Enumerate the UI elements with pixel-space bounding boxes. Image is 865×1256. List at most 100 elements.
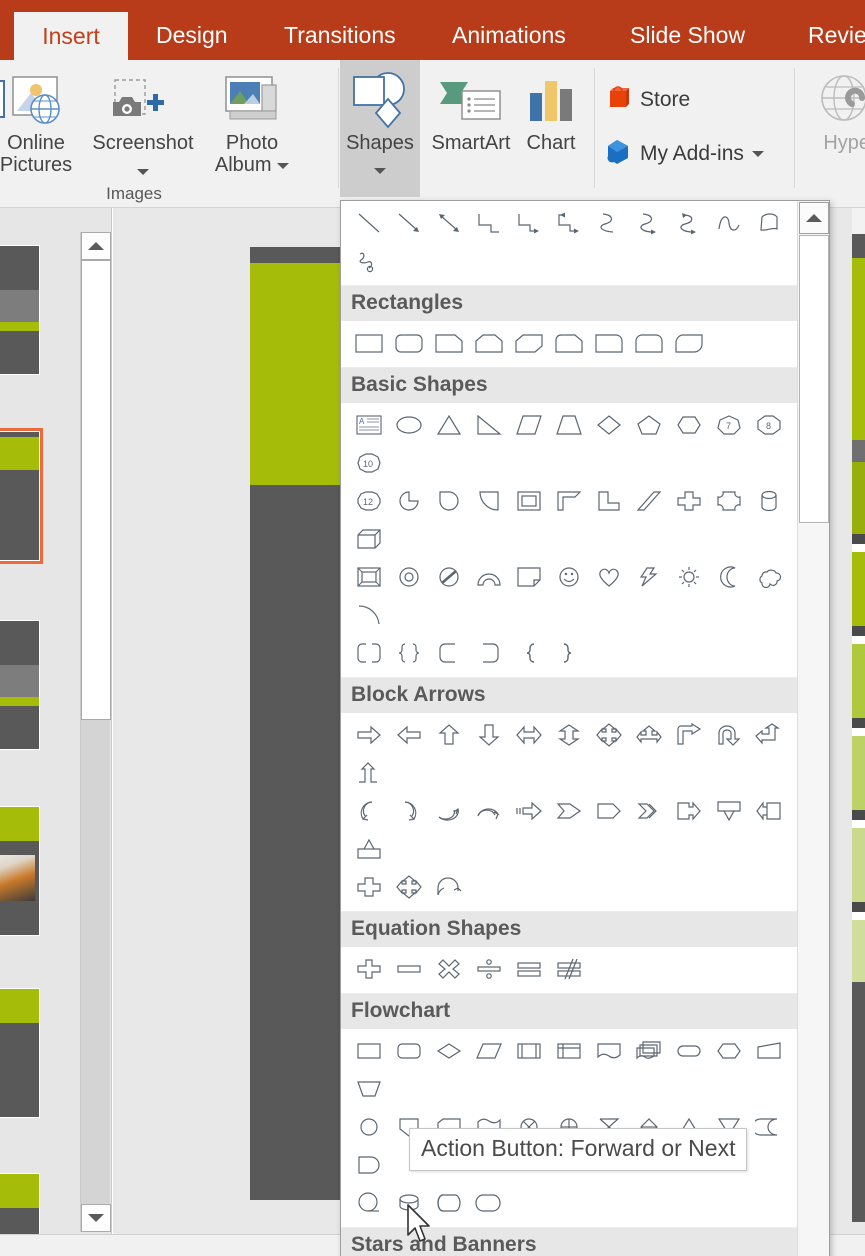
shape-right-triangle[interactable]: [469, 406, 509, 444]
slide-pane-scroll-up-button[interactable]: [81, 232, 111, 260]
slide-pane-scroll-down-button[interactable]: [81, 1204, 111, 1232]
shapes-button[interactable]: Shapes: [332, 64, 428, 180]
shape-pentagon[interactable]: [629, 406, 669, 444]
shape-curve[interactable]: [709, 204, 749, 242]
shape-flowchart-preparation[interactable]: [709, 1032, 749, 1070]
shape-curved-arrow-connector[interactable]: [629, 204, 669, 242]
shape-left-brace[interactable]: [509, 634, 549, 672]
online-pictures-button[interactable]: Online Pictures: [0, 64, 84, 177]
shape-right-bracket[interactable]: [469, 634, 509, 672]
shape-lightning-bolt[interactable]: [629, 558, 669, 596]
shape-elbow-double-arrow-connector[interactable]: [549, 204, 589, 242]
shape-flowchart-delay[interactable]: [349, 1146, 389, 1184]
shapes-gallery-dropdown[interactable]: Rectangles Basic Shapes A 7 8 10 12 Bloc…: [340, 200, 830, 1256]
shape-chevron[interactable]: [629, 792, 669, 830]
shape-snip-and-round-single-corner-rectangle[interactable]: [549, 324, 589, 362]
shape-left-arrow-callout[interactable]: [749, 792, 789, 830]
shape-cross[interactable]: [669, 482, 709, 520]
shape-moon[interactable]: [709, 558, 749, 596]
shape-double-bracket[interactable]: [349, 634, 389, 672]
shape-sun[interactable]: [669, 558, 709, 596]
shape-striped-right-arrow[interactable]: [509, 792, 549, 830]
shape-bent-up-arrow[interactable]: [349, 754, 389, 792]
shape-down-arrow-callout[interactable]: [709, 792, 749, 830]
shape-flowchart-process[interactable]: [349, 1032, 389, 1070]
shape-pie[interactable]: [389, 482, 429, 520]
shape-up-arrow[interactable]: [429, 716, 469, 754]
shape-equal-sign[interactable]: [509, 950, 549, 988]
shape-rectangle[interactable]: [349, 324, 389, 362]
shape-chord[interactable]: [469, 482, 509, 520]
shape-oval[interactable]: [389, 406, 429, 444]
shape-flowchart-multidocument[interactable]: [629, 1032, 669, 1070]
shape-bevel[interactable]: [349, 558, 389, 596]
tab-design[interactable]: Design: [140, 10, 244, 60]
shape-frame[interactable]: [509, 482, 549, 520]
my-addins-dropdown-arrow[interactable]: [751, 151, 764, 157]
shape-octagon[interactable]: 8: [749, 406, 789, 444]
gallery-scroll-thumb[interactable]: [799, 235, 829, 523]
shape-can[interactable]: [749, 482, 789, 520]
shape-curved-down-arrow[interactable]: [469, 792, 509, 830]
shape-round-same-side-corner-rectangle[interactable]: [629, 324, 669, 362]
store-button[interactable]: Store: [604, 82, 690, 118]
shapes-dropdown-arrow[interactable]: [374, 162, 386, 180]
screenshot-dropdown-arrow[interactable]: [137, 163, 149, 181]
shape-elbow-connector[interactable]: [469, 204, 509, 242]
gallery-scroll-up-button[interactable]: [799, 202, 829, 234]
shape-up-down-arrow[interactable]: [549, 716, 589, 754]
shape-round-diagonal-corner-rectangle[interactable]: [669, 324, 709, 362]
shape-flowchart-document[interactable]: [589, 1032, 629, 1070]
shape-left-up-arrow[interactable]: [749, 716, 789, 754]
shape-flowchart-manual-operation[interactable]: [349, 1070, 389, 1108]
shape-trapezoid[interactable]: [549, 406, 589, 444]
shape-flowchart-display[interactable]: [469, 1184, 509, 1222]
shape-regular-pentagon-star[interactable]: [709, 482, 749, 520]
shape-smiley-face[interactable]: [549, 558, 589, 596]
shape-pentagon-arrow[interactable]: [589, 792, 629, 830]
shape-folded-corner[interactable]: [509, 558, 549, 596]
shape-left-right-arrow[interactable]: [509, 716, 549, 754]
shape-flowchart-decision[interactable]: [429, 1032, 469, 1070]
slide-thumbnail-4[interactable]: [0, 806, 40, 936]
my-addins-button[interactable]: My Add-ins: [604, 136, 764, 172]
shape-flowchart-terminator[interactable]: [669, 1032, 709, 1070]
hyperlink-button[interactable]: Hyper: [802, 64, 865, 154]
shape-quad-arrow-callout-t[interactable]: [629, 716, 669, 754]
shape-cross-arrow[interactable]: [349, 868, 389, 906]
tab-slide-show[interactable]: Slide Show: [614, 10, 761, 60]
shape-l-shape[interactable]: [589, 482, 629, 520]
shape-up-arrow-callout[interactable]: [349, 830, 389, 868]
shape-double-brace[interactable]: [389, 634, 429, 672]
shape-circular-arrow[interactable]: [429, 868, 469, 906]
shape-bent-arrow-right[interactable]: [669, 716, 709, 754]
shape-flowchart-internal-storage[interactable]: [549, 1032, 589, 1070]
screenshot-button[interactable]: Screenshot: [84, 64, 202, 181]
shape-curved-double-arrow-connector[interactable]: [669, 204, 709, 242]
shape-down-arrow[interactable]: [469, 716, 509, 754]
tab-animations[interactable]: Animations: [436, 10, 582, 60]
shape-l-shape-half[interactable]: [549, 482, 589, 520]
shape-round-single-corner-rectangle[interactable]: [589, 324, 629, 362]
shape-parallelogram[interactable]: [509, 406, 549, 444]
shape-quad-arrow[interactable]: [389, 868, 429, 906]
shape-line[interactable]: [349, 204, 389, 242]
shape-multiply-sign[interactable]: [429, 950, 469, 988]
shape-dodecagon[interactable]: 12: [349, 482, 389, 520]
shape-snip-single-corner-rectangle[interactable]: [429, 324, 469, 362]
shape-text-box[interactable]: A: [349, 406, 389, 444]
shape-right-arrow[interactable]: [349, 716, 389, 754]
shape-flowchart-manual-input[interactable]: [749, 1032, 789, 1070]
slide-thumbnail-5[interactable]: [0, 988, 40, 1118]
slide-thumbnail-3[interactable]: E: [0, 620, 40, 750]
shape-curved-up-arrow[interactable]: [429, 792, 469, 830]
shape-no-symbol[interactable]: [429, 558, 469, 596]
slide-thumbnail-1[interactable]: TION: [0, 245, 40, 375]
shape-flowchart-predefined-process[interactable]: [509, 1032, 549, 1070]
shape-left-bracket[interactable]: [429, 634, 469, 672]
shape-line-arrow[interactable]: [389, 204, 429, 242]
shape-donut[interactable]: [389, 558, 429, 596]
shape-curved-right-arrow[interactable]: [389, 792, 429, 830]
shape-decagon[interactable]: 10: [349, 444, 389, 482]
shape-u-turn-arrow[interactable]: [709, 716, 749, 754]
